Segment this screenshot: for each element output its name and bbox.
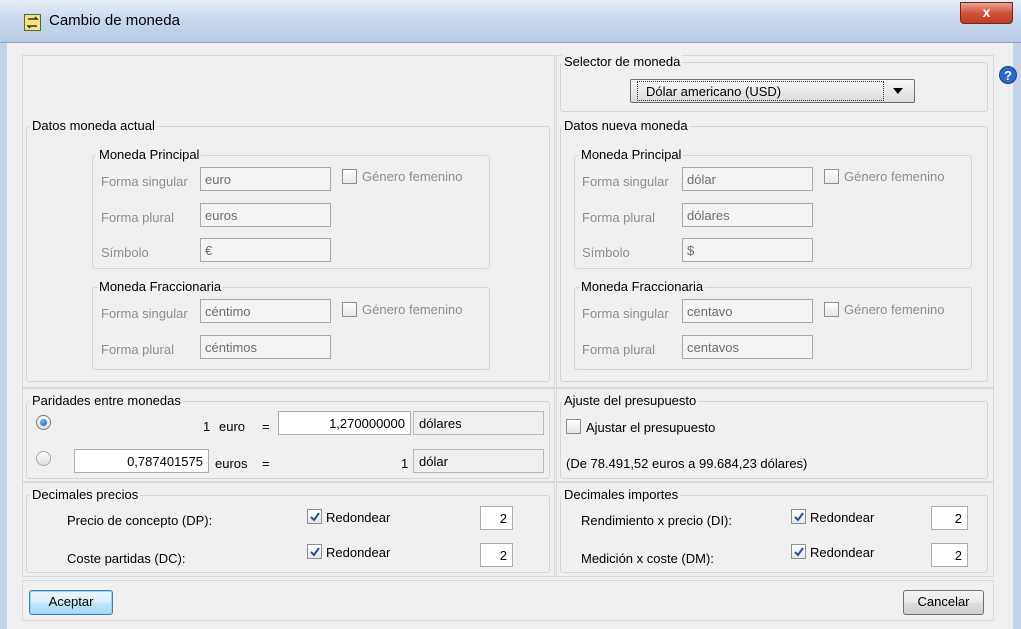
decimals-prices-legend: Decimales precios	[30, 487, 141, 502]
new-symbol-field[interactable]: $	[682, 238, 813, 262]
yield-price-decimals-input[interactable]: 2	[931, 506, 968, 530]
decimals-amounts-legend: Decimales importes	[562, 487, 681, 502]
concept-price-round-label: Redondear	[326, 510, 391, 525]
new-principal-gender-checkbox[interactable]	[824, 169, 839, 184]
parity-row1-currency: euro	[219, 419, 246, 434]
yield-price-round-label: Redondear	[810, 510, 875, 525]
concept-price-round-checkbox[interactable]	[307, 509, 322, 524]
current-fraction-gender-label: Género femenino	[362, 302, 463, 317]
window-frame-right	[1013, 43, 1021, 629]
parity-row2-target: dólar	[413, 449, 544, 473]
window-title: Cambio de moneda	[49, 12, 180, 29]
new-plural-field[interactable]: dólares	[682, 203, 813, 227]
chevron-down-icon	[893, 88, 903, 94]
item-cost-label: Coste partidas (DC):	[67, 551, 186, 566]
new-fraction-singular-field[interactable]: centavo	[682, 299, 813, 323]
parity-row2-amount: 1	[401, 456, 409, 471]
yield-price-label: Rendimiento x precio (DI):	[581, 513, 732, 528]
current-fraction-singular-label: Forma singular	[101, 306, 188, 321]
checkmark-icon	[794, 547, 804, 557]
new-fraction-singular-label: Forma singular	[582, 306, 669, 321]
parity-radio-1[interactable]	[36, 415, 51, 430]
parity-radio-2[interactable]	[36, 451, 51, 466]
accept-button[interactable]: Aceptar	[29, 590, 113, 615]
current-fraction-gender-checkbox[interactable]	[342, 302, 357, 317]
parity-row2-equals: =	[262, 456, 270, 471]
measure-cost-decimals-input[interactable]: 2	[931, 543, 968, 567]
window-frame-left	[0, 43, 7, 629]
currency-selector-legend: Selector de moneda	[562, 54, 683, 69]
new-fraction-plural-field[interactable]: centavos	[682, 335, 813, 359]
title-bar: Cambio de moneda x	[0, 0, 1021, 43]
new-principal-gender-label: Género femenino	[844, 169, 945, 184]
new-fraction-legend: Moneda Fraccionaria	[579, 279, 706, 294]
new-fraction-gender-label: Género femenino	[844, 302, 945, 317]
yield-price-round-checkbox[interactable]	[791, 509, 806, 524]
help-icon[interactable]: ?	[999, 66, 1017, 84]
new-plural-label: Forma plural	[582, 210, 655, 225]
new-symbol-label: Símbolo	[582, 245, 630, 260]
budget-info: (De 78.491,52 euros a 99.684,23 dólares)	[566, 456, 808, 471]
parity-row2-currency: euros	[215, 456, 248, 471]
item-cost-round-label: Redondear	[326, 545, 391, 560]
new-fraction-gender-checkbox[interactable]	[824, 302, 839, 317]
current-principal-gender-label: Género femenino	[362, 169, 463, 184]
parity-rate-input[interactable]: 1,270000000	[278, 411, 411, 435]
current-currency-legend: Datos moneda actual	[30, 118, 157, 133]
new-currency-legend: Datos nueva moneda	[562, 118, 690, 133]
concept-price-label: Precio de concepto (DP):	[67, 513, 213, 528]
button-bar	[22, 580, 994, 621]
parity-legend: Paridades entre monedas	[30, 393, 183, 408]
current-principal-legend: Moneda Principal	[97, 147, 202, 162]
parity-row1-equals: =	[262, 419, 270, 434]
adjust-budget-checkbox[interactable]	[566, 419, 581, 434]
current-fraction-singular-field[interactable]: céntimo	[200, 299, 331, 323]
current-symbol-label: Símbolo	[101, 245, 149, 260]
current-fraction-plural-field[interactable]: céntimos	[200, 335, 331, 359]
cancel-button[interactable]: Cancelar	[903, 590, 984, 615]
current-principal-gender-checkbox[interactable]	[342, 169, 357, 184]
checkmark-icon	[794, 512, 804, 522]
item-cost-decimals-input[interactable]: 2	[480, 543, 513, 567]
new-principal-legend: Moneda Principal	[579, 147, 684, 162]
currency-select-value: Dólar americano (USD)	[637, 81, 884, 101]
current-symbol-field[interactable]: €	[200, 238, 331, 262]
parity-inverse-input[interactable]: 0,787401575	[74, 449, 209, 473]
new-singular-label: Forma singular	[582, 174, 669, 189]
measure-cost-round-checkbox[interactable]	[791, 544, 806, 559]
current-fraction-legend: Moneda Fraccionaria	[97, 279, 224, 294]
app-icon	[24, 14, 41, 31]
checkmark-icon	[310, 547, 320, 557]
measure-cost-round-label: Redondear	[810, 545, 875, 560]
current-plural-label: Forma plural	[101, 210, 174, 225]
budget-legend: Ajuste del presupuesto	[562, 393, 699, 408]
currency-select[interactable]: Dólar americano (USD)	[630, 79, 915, 103]
new-singular-field[interactable]: dólar	[682, 167, 813, 191]
current-singular-label: Forma singular	[101, 174, 188, 189]
checkmark-icon	[310, 512, 320, 522]
close-button[interactable]: x	[960, 2, 1013, 24]
concept-price-decimals-input[interactable]: 2	[480, 506, 513, 530]
new-fraction-plural-label: Forma plural	[582, 342, 655, 357]
current-plural-field[interactable]: euros	[200, 203, 331, 227]
measure-cost-label: Medición x coste (DM):	[581, 551, 714, 566]
adjust-budget-label: Ajustar el presupuesto	[586, 420, 716, 435]
parity-row1-amount: 1	[203, 419, 211, 434]
parity-row1-target: dólares	[413, 411, 544, 435]
item-cost-round-checkbox[interactable]	[307, 544, 322, 559]
current-fraction-plural-label: Forma plural	[101, 342, 174, 357]
current-singular-field[interactable]: euro	[200, 167, 331, 191]
